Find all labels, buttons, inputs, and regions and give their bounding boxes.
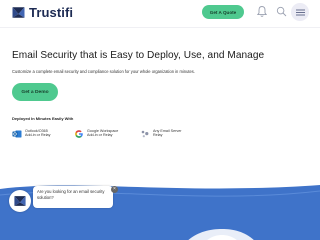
chat-message-bubble[interactable]: Are you looking for an email security so…	[33, 186, 113, 208]
logo[interactable]: Trustifi	[11, 4, 73, 20]
integration-outlook-mode: Add-in or Relay	[25, 133, 51, 138]
menu-icon	[295, 9, 305, 15]
integration-any-server-mode: Relay	[153, 133, 163, 138]
bell-icon[interactable]	[256, 5, 268, 18]
search-icon[interactable]	[276, 6, 287, 17]
google-icon	[75, 130, 83, 138]
laptop-illustration	[188, 229, 254, 240]
menu-button[interactable]	[291, 3, 309, 21]
server-icon	[141, 130, 149, 138]
site-header: Trustifi Get A Quote	[0, 0, 320, 26]
brand-name: Trustifi	[29, 4, 74, 20]
chat-close-icon[interactable]: ×	[111, 186, 118, 193]
logo-icon	[12, 6, 25, 18]
integration-any-server: Any Email Server Relay	[140, 129, 182, 145]
integration-outlook: Outlook/O365 Add-in or Relay	[12, 129, 50, 145]
trustifi-chat-icon	[14, 196, 26, 206]
header-divider	[0, 27, 320, 28]
hero-title: Email Security that is Easy to Deploy, U…	[12, 50, 265, 61]
chat-avatar[interactable]	[9, 190, 31, 212]
integration-google-mode: Add-in or Relay	[87, 133, 113, 138]
get-a-quote-button[interactable]: Get A Quote	[202, 5, 244, 19]
hero-subtitle: Customize a complete email security and …	[12, 69, 195, 74]
page: Trustifi Get A Quote Email Security that…	[0, 0, 320, 240]
outlook-icon	[12, 130, 22, 138]
integration-google: Google Workspace Add-in or Relay	[74, 129, 118, 145]
deployed-heading: Deployed In Minutes Easily With	[12, 116, 74, 121]
get-a-demo-button[interactable]: Get a Demo	[12, 83, 58, 101]
